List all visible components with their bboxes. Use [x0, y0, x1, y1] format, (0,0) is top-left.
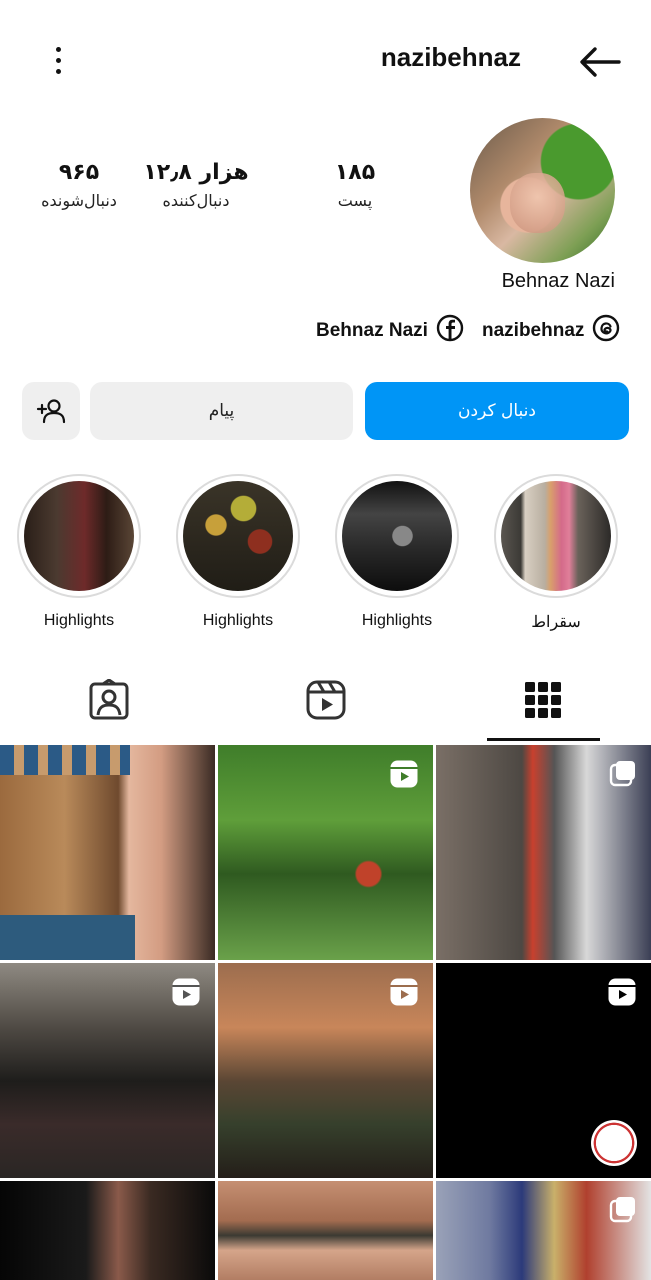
stat-label: پست	[337, 191, 373, 210]
tab-reels[interactable]	[217, 660, 434, 740]
highlight-label: Highlights	[202, 612, 274, 629]
profile-stats: ۱۸۵ پست ۱۲٫۸ هزار دنبال‌کننده ۹۶۵ دنبال‌…	[30, 160, 430, 230]
watermark-logo	[591, 1120, 637, 1166]
facebook-name: Behnaz Nazi	[316, 320, 428, 341]
highlight-label: Highlights	[43, 612, 115, 629]
display-name: Behnaz Nazi	[501, 270, 615, 292]
stat-following[interactable]: ۹۶۵ دنبال‌شونده	[14, 160, 144, 210]
post-thumbnail[interactable]	[0, 745, 215, 960]
facebook-link[interactable]: Behnaz Nazi	[316, 314, 464, 348]
profile-avatar[interactable]	[470, 118, 615, 263]
more-options-icon[interactable]	[40, 40, 76, 80]
profile-username: nazibehnaz	[380, 42, 521, 72]
threads-handle: nazibehnaz	[482, 320, 585, 341]
highlight-item[interactable]: Highlights	[17, 474, 141, 630]
threads-icon	[592, 314, 620, 348]
profile-links: nazibehnaz Behnaz Nazi	[316, 314, 626, 348]
stat-value: ۹۶۵	[58, 160, 100, 185]
highlight-cover	[24, 481, 134, 591]
profile-tabs	[0, 660, 651, 744]
story-highlights: سقراط Highlights Highlights Highlights	[0, 474, 651, 634]
posts-grid	[0, 745, 651, 1280]
highlight-item[interactable]: Highlights	[335, 474, 459, 630]
tab-tagged[interactable]	[0, 660, 217, 740]
top-bar: nazibehnaz	[0, 0, 651, 120]
multi-icon	[609, 761, 635, 787]
post-thumbnail[interactable]	[0, 963, 215, 1178]
highlight-label: Highlights	[361, 612, 433, 629]
facebook-icon	[436, 314, 464, 348]
message-button[interactable]: پیام	[90, 382, 353, 440]
reels-icon	[608, 978, 636, 1006]
post-thumbnail[interactable]	[218, 745, 433, 960]
stat-posts[interactable]: ۱۸۵ پست	[290, 160, 420, 210]
reels-icon	[390, 978, 418, 1006]
active-tab-indicator	[487, 738, 600, 741]
add-user-button[interactable]	[22, 382, 80, 440]
tab-grid[interactable]	[434, 660, 651, 740]
stat-followers[interactable]: ۱۲٫۸ هزار دنبال‌کننده	[131, 160, 261, 210]
stat-value: ۱۲٫۸ هزار	[143, 160, 249, 185]
highlight-item[interactable]: Highlights	[176, 474, 300, 630]
stat-label: دنبال‌شونده	[41, 191, 117, 210]
post-thumbnail[interactable]	[218, 1181, 433, 1280]
multi-icon	[609, 1197, 635, 1223]
tagged-icon	[89, 679, 128, 720]
highlight-cover	[501, 481, 611, 591]
post-thumbnail[interactable]	[218, 963, 433, 1178]
highlight-item[interactable]: سقراط	[494, 474, 618, 632]
reels-icon	[306, 680, 345, 720]
follow-button[interactable]: دنبال کردن	[365, 382, 629, 440]
reels-icon	[390, 760, 418, 788]
stat-value: ۱۸۵	[334, 160, 376, 185]
post-thumbnail[interactable]	[436, 1181, 651, 1280]
highlight-label: سقراط	[531, 614, 581, 631]
highlight-cover	[183, 481, 293, 591]
highlight-cover	[342, 481, 452, 591]
post-thumbnail[interactable]	[0, 1181, 215, 1280]
threads-link[interactable]: nazibehnaz	[482, 314, 620, 348]
back-arrow-icon[interactable]	[575, 40, 625, 84]
post-thumbnail[interactable]	[436, 963, 651, 1178]
grid-icon	[524, 682, 561, 718]
stat-label: دنبال‌کننده	[162, 191, 230, 210]
reels-icon	[172, 978, 200, 1006]
add-user-icon	[36, 399, 66, 424]
post-thumbnail[interactable]	[436, 745, 651, 960]
